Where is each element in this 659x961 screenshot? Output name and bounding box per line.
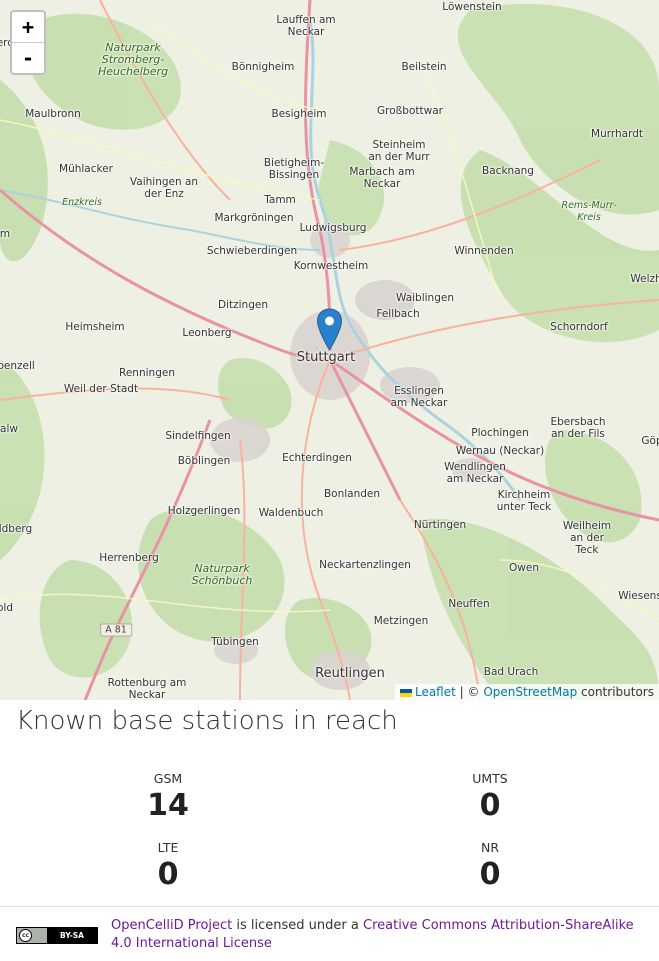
map-place-label: Herrenberg	[99, 552, 159, 564]
map-place-label: Wernau (Neckar)	[455, 445, 545, 457]
map-place-label: Beilstein	[401, 61, 447, 73]
map-place-label: Ditzingen	[218, 299, 268, 311]
map-place-label: Ebersbach an der Fils	[550, 416, 606, 440]
map-place-label: ildberg	[0, 523, 33, 535]
cc-logo-icon: cc	[19, 929, 32, 942]
map-place-label: Bad Urach	[483, 666, 539, 678]
map-attribution: Leaflet | © OpenStreetMap contributors	[394, 684, 659, 700]
map-place-label: Ludwigsburg	[299, 222, 367, 234]
cc-by-sa-badge[interactable]: cc BY-SA	[16, 927, 98, 944]
road-shield: A 81	[100, 623, 132, 637]
map-place-label: Owen	[509, 562, 539, 574]
map-place-label: Fellbach	[376, 308, 420, 320]
map-place-label: Metzingen	[373, 615, 429, 627]
map-place-label: Tübingen	[211, 636, 259, 648]
map-place-label: Winnenden	[454, 245, 514, 257]
map-kreis-label: Rems-Murr-Kreis	[561, 200, 617, 223]
map-place-label: Wendlingen am Neckar	[444, 461, 506, 485]
map-place-label: Waldenbuch	[258, 507, 324, 519]
openstreetmap-link[interactable]: OpenStreetMap	[483, 685, 577, 699]
map-place-label: Weilheim an der Teck	[562, 520, 612, 556]
map-place-label: Großbottwar	[377, 105, 443, 117]
zoom-out-button[interactable]: -	[12, 42, 44, 73]
map-place-label: Vaihingen an der Enz	[129, 176, 199, 200]
map-place-label: Weil der Stadt	[63, 383, 139, 395]
map-place-label: Tamm	[264, 194, 296, 206]
stat-value: 0	[479, 857, 501, 892]
stat-value: 0	[157, 857, 179, 892]
map-place-label: Lauffen am Neckar	[276, 14, 336, 38]
map-park-label: Naturpark Schönbuch	[191, 562, 253, 587]
map-place-label: Sindelfingen	[165, 430, 231, 442]
map-place-label: Murrhardt	[591, 128, 643, 140]
map-place-label: Besigheim	[271, 108, 327, 120]
map-place-label: Plochingen	[471, 427, 529, 439]
zoom-in-button[interactable]: +	[12, 12, 44, 42]
map-place-label: Welzh	[630, 273, 659, 285]
map-place-label: Marbach am Neckar	[349, 166, 415, 190]
stat-nr: NR 0	[430, 840, 550, 892]
map-place-label: Böblingen	[177, 455, 231, 467]
attribution-suffix: contributors	[581, 685, 654, 699]
map-place-label: Holzgerlingen	[167, 505, 241, 517]
ukraine-flag-icon	[399, 688, 412, 697]
stat-umts: UMTS 0	[430, 771, 550, 823]
map-place-label: Schorndorf	[550, 321, 608, 333]
stat-value: 0	[479, 788, 501, 823]
leaflet-link[interactable]: Leaflet	[415, 685, 456, 699]
map-place-label: m	[0, 228, 11, 240]
map-park-label: Naturpark Stromberg-Heuchelberg	[97, 41, 169, 78]
map-place-label: Bietigheim-Bissingen	[263, 157, 325, 181]
map-place-label: old	[0, 602, 14, 614]
map-place-label: alw	[0, 423, 18, 435]
footer-divider	[0, 906, 659, 907]
map-place-label: Nürtingen	[413, 519, 467, 531]
zoom-control: + -	[10, 10, 46, 75]
map-place-label: Löwenstein	[442, 1, 502, 13]
map-place-label: Esslingen am Neckar	[390, 385, 448, 409]
stations-heading: Known base stations in reach	[16, 706, 398, 736]
map-place-label: Markgröningen	[214, 212, 294, 224]
map-place-label: Neckartenzlingen	[319, 559, 411, 571]
map-kreis-label: Enzkreis	[62, 197, 102, 208]
map-place-label: Rottenburg am Neckar	[107, 677, 187, 700]
map-place-label: Backnang	[482, 165, 534, 177]
map-city-label: Stuttgart	[296, 350, 356, 365]
map-place-label: Waiblingen	[396, 292, 454, 304]
stat-label: NR	[480, 840, 500, 855]
stat-label: GSM	[153, 771, 183, 786]
map-place-label: Mühlacker	[59, 163, 113, 175]
license-text: is licensed under a	[236, 918, 359, 933]
map-place-label: Neuffen	[448, 598, 490, 610]
map-place-label: Echterdingen	[282, 452, 352, 464]
map-place-label: Renningen	[119, 367, 175, 379]
map-view[interactable]: Löwenstein Lauffen am Neckar erdingen Na…	[0, 0, 659, 700]
map-place-label: Maulbronn	[25, 108, 81, 120]
stat-label: UMTS	[472, 771, 508, 786]
map-place-label: Kornwestheim	[293, 260, 369, 272]
stat-value: 14	[147, 788, 189, 823]
map-place-label: Leonberg	[182, 327, 232, 339]
map-pin-icon[interactable]	[316, 308, 343, 351]
map-place-label: Wiesens	[618, 590, 659, 602]
stat-label: LTE	[157, 840, 179, 855]
stat-lte: LTE 0	[108, 840, 228, 892]
map-place-label: Schwieberdingen	[206, 245, 298, 257]
map-place-label: benzell	[0, 360, 35, 372]
map-place-label: Heimsheim	[65, 321, 125, 333]
attribution-separator: | ©	[459, 685, 480, 699]
map-place-label: Bonlanden	[323, 488, 381, 500]
map-place-label: Kirchheim unter Teck	[496, 489, 552, 513]
opencellid-link[interactable]: OpenCelliD Project	[111, 918, 232, 933]
cc-badge-label: BY-SA	[47, 928, 97, 943]
map-city-label: Reutlingen	[315, 666, 385, 681]
map-place-label: Steinheim an der Murr	[368, 139, 430, 163]
stat-gsm: GSM 14	[108, 771, 228, 823]
map-place-label: Bönnigheim	[231, 61, 295, 73]
map-place-label: Göp	[641, 435, 659, 447]
